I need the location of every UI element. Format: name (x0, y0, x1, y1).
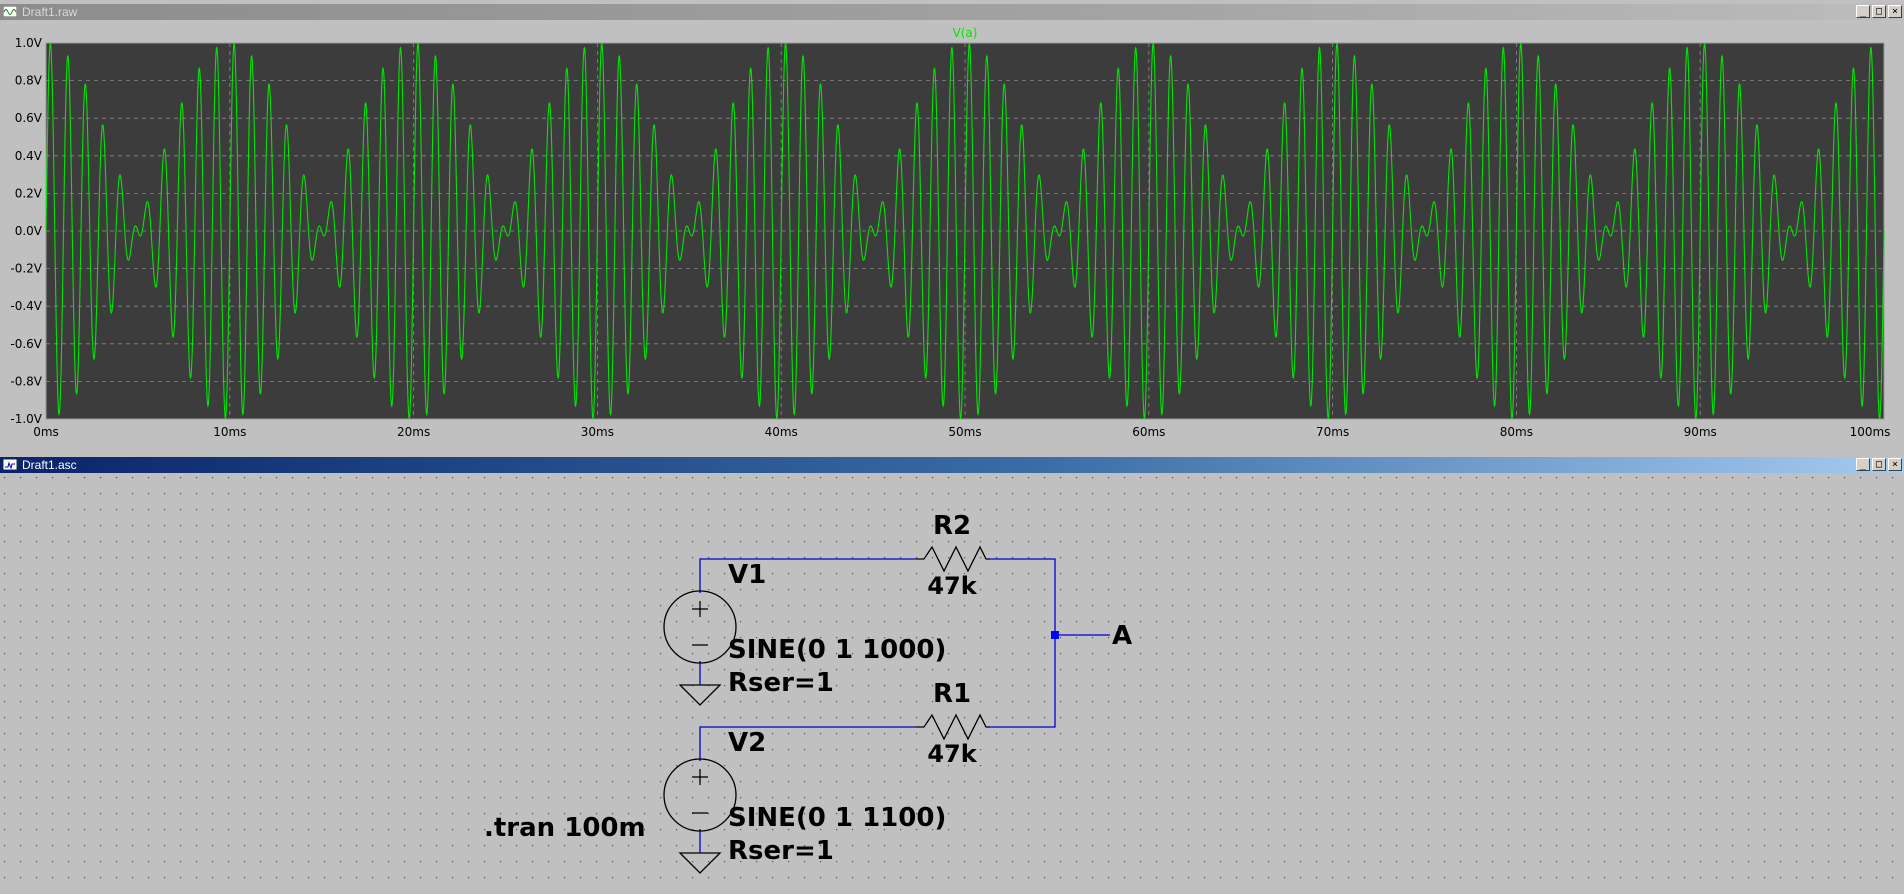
schematic-maximize-button[interactable]: □ (1872, 458, 1886, 471)
y-tick-label: 0.6V (15, 111, 43, 125)
waveform-app-icon (3, 6, 17, 17)
y-tick-label: -0.6V (10, 337, 42, 351)
waveform-plot[interactable]: V(a) 1.0V 0.8V 0.6V 0.4V 0.2V 0.0V -0.2V -0.4V -… (0, 20, 1904, 450)
v2-value-line1[interactable]: SINE(0 1 1100) (728, 803, 946, 833)
x-tick-label: 20ms (397, 425, 430, 439)
r1-reference-label[interactable]: R1 (933, 679, 971, 709)
y-tick-label: 0.4V (15, 149, 43, 163)
y-tick-label: -0.4V (10, 299, 42, 313)
x-tick-label: 0ms (33, 425, 59, 439)
y-tick-label: -0.2V (10, 262, 42, 276)
waveform-titlebar[interactable]: Draft1.raw _ □ × (0, 4, 1904, 20)
plot-title[interactable]: V(a) (953, 26, 978, 40)
net-label-a[interactable]: A (1112, 621, 1132, 651)
schematic-window: Draft1.asc _ □ × R2 47k R1 47k V1 SINE(0… (0, 457, 1904, 894)
v2-value-line2[interactable]: Rser=1 (728, 836, 834, 866)
spice-directive-tran[interactable]: .tran 100m (484, 813, 646, 843)
waveform-maximize-button[interactable]: □ (1872, 5, 1886, 18)
x-tick-label: 40ms (765, 425, 798, 439)
waveform-minimize-button[interactable]: _ (1856, 5, 1870, 18)
y-tick-label: 0.0V (15, 224, 43, 238)
schematic-minimize-button[interactable]: _ (1856, 458, 1870, 471)
y-axis-ticks: 1.0V 0.8V 0.6V 0.4V 0.2V 0.0V -0.2V -0.4V -0.6V -… (10, 36, 42, 426)
x-tick-label: 100ms (1850, 425, 1891, 439)
x-tick-label: 10ms (213, 425, 246, 439)
x-tick-label: 50ms (948, 425, 981, 439)
r2-value-label[interactable]: 47k (927, 572, 977, 600)
x-axis-ticks: 0ms 10ms 20ms 30ms 40ms 50ms 60ms 70ms 80ms 90ms 1… (33, 425, 1890, 439)
node-a-junction[interactable] (1051, 631, 1059, 639)
waveform-close-button[interactable]: × (1888, 5, 1902, 18)
y-tick-label: -1.0V (10, 412, 42, 426)
x-tick-label: 60ms (1132, 425, 1165, 439)
v1-value-line1[interactable]: SINE(0 1 1000) (728, 635, 946, 665)
v1-reference-label[interactable]: V1 (728, 560, 766, 590)
schematic-titlebar[interactable]: Draft1.asc _ □ × (0, 457, 1904, 473)
y-tick-label: -0.8V (10, 374, 42, 388)
r1-value-label[interactable]: 47k (927, 740, 977, 768)
waveform-window-controls: _ □ × (1856, 5, 1902, 19)
waveform-window-title: Draft1.raw (22, 5, 78, 19)
y-tick-label: 0.8V (15, 74, 43, 88)
x-tick-label: 30ms (581, 425, 614, 439)
y-tick-label: 1.0V (15, 36, 43, 50)
schematic-window-controls: _ □ × (1856, 458, 1902, 472)
schematic-app-icon (3, 459, 17, 470)
y-tick-label: 0.2V (15, 186, 43, 200)
r2-reference-label[interactable]: R2 (933, 511, 971, 541)
schematic-close-button[interactable]: × (1888, 458, 1902, 471)
v2-reference-label[interactable]: V2 (728, 728, 766, 758)
v1-value-line2[interactable]: Rser=1 (728, 668, 834, 698)
schematic-canvas[interactable]: R2 47k R1 47k V1 SINE(0 1 1000) Rser=1 V… (0, 473, 1904, 894)
x-tick-label: 90ms (1684, 425, 1717, 439)
x-tick-label: 80ms (1500, 425, 1533, 439)
schematic-window-title: Draft1.asc (22, 458, 77, 472)
x-tick-label: 70ms (1316, 425, 1349, 439)
waveform-window: Draft1.raw _ □ × V(a) 1.0V 0.8V 0.6V 0.4V 0.… (0, 4, 1904, 450)
